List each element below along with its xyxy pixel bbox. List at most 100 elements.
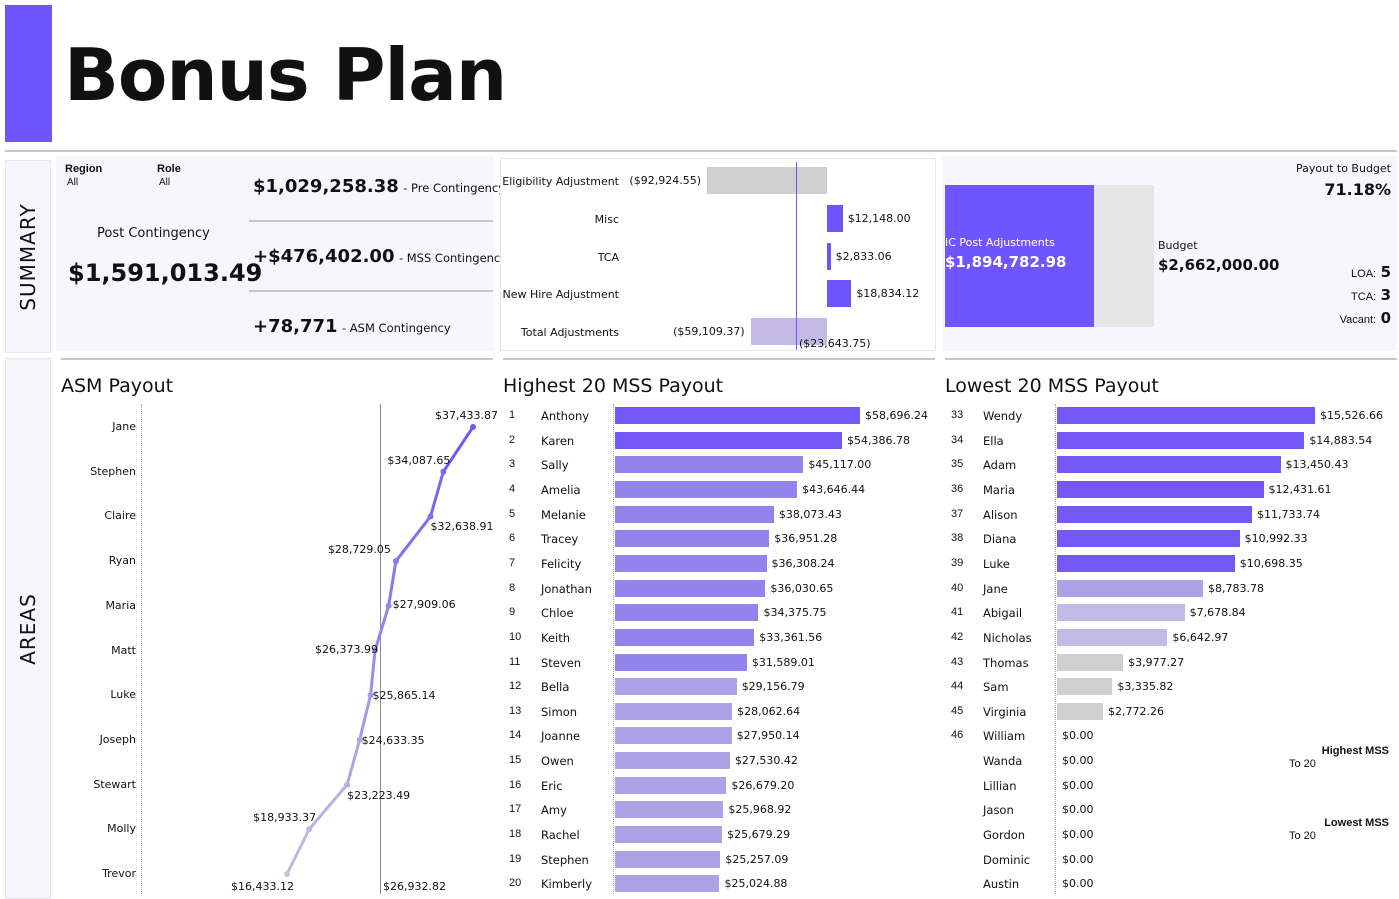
highest-bar — [615, 480, 798, 498]
highest-name: Eric — [541, 778, 563, 793]
role-filter-value[interactable]: All — [159, 177, 170, 188]
asm-value-label: $18,933.37 — [253, 811, 317, 825]
lowest-name: Thomas — [983, 655, 1029, 670]
adjustment-bar — [827, 205, 843, 232]
asm-value-label: $34,087.65 — [387, 453, 451, 467]
page-title: Bonus Plan — [64, 33, 507, 117]
asm-point[interactable] — [392, 558, 399, 565]
asm-point[interactable] — [344, 781, 351, 788]
asm-value-label: $23,223.49 — [347, 788, 411, 802]
asm-value-label: $27,909.06 — [392, 597, 456, 611]
asm-line-segment — [429, 471, 445, 517]
highest-rank: 13 — [509, 704, 522, 717]
highest-bar — [615, 456, 804, 474]
highest-name: Sally — [541, 458, 569, 473]
tca-count: TCA: 3 — [1351, 286, 1391, 305]
lowest-name: Jane — [983, 581, 1008, 596]
lowest-name: Maria — [983, 482, 1015, 497]
role-filter-label: Role — [157, 163, 181, 175]
lowest-value: $15,526.66 — [1320, 409, 1383, 422]
asm-name: Stewart — [93, 777, 136, 791]
title-accent-bar — [5, 5, 52, 142]
lowest-value: $3,335.82 — [1117, 680, 1174, 694]
lowest-value: $10,698.35 — [1239, 556, 1303, 570]
adjustment-bar — [827, 280, 852, 307]
highest-rank: 6 — [509, 532, 516, 545]
highest-rank: 11 — [509, 655, 521, 668]
lowest-rank: 33 — [951, 409, 964, 421]
lowest-name: Luke — [983, 556, 1010, 571]
asm-contingency-row: +78,771 - ASM Contingency — [253, 316, 451, 337]
mss-contingency-row: +$476,402.00 - MSS Contingency — [253, 246, 507, 267]
vacant-count: Vacant: 0 — [1340, 309, 1391, 328]
asm-name: Ryan — [108, 554, 136, 568]
highest-value: $25,968.92 — [728, 803, 792, 817]
lowest-bar — [1057, 456, 1281, 474]
asm-name: Molly — [107, 822, 136, 836]
lowest-bar — [1057, 702, 1104, 720]
asm-point[interactable] — [306, 826, 313, 833]
adjustment-label: Eligibility Adjustment — [502, 175, 619, 188]
asm-value-label: $28,729.05 — [327, 543, 391, 557]
asm-contingency-value: +78,771 — [253, 316, 338, 337]
highest-bar — [615, 801, 724, 819]
highest-bar — [615, 653, 747, 671]
asm-point[interactable] — [470, 424, 476, 430]
highest-rank: 15 — [509, 754, 522, 767]
highest-value: $36,308.24 — [771, 556, 835, 570]
loa-value: 5 — [1380, 263, 1391, 281]
highest-bar — [615, 826, 723, 844]
pre-contingency-value: $1,029,258.38 — [253, 176, 399, 197]
lowest-bar — [1057, 407, 1315, 424]
lowest-value: $0.00 — [1062, 803, 1094, 817]
lowest-mss-toggle[interactable]: Lowest MSS — [1324, 817, 1389, 829]
highest-value: $45,117.00 — [808, 458, 872, 472]
lowest-name: Sam — [983, 680, 1009, 695]
highest-mss-toggle[interactable]: Highest MSS — [1322, 745, 1389, 757]
asm-point[interactable] — [284, 871, 290, 877]
lowest-name: William — [983, 729, 1026, 744]
lowest-name: Abigail — [983, 606, 1023, 621]
highest-value: $43,646.44 — [802, 482, 866, 496]
asm-point[interactable] — [427, 513, 434, 520]
asm-name: Matt — [111, 643, 136, 657]
asm-point[interactable] — [440, 468, 447, 475]
lowest-name: Ella — [983, 433, 1004, 448]
pre-contingency-row: $1,029,258.38 - Pre Contingency — [253, 176, 505, 197]
lowest-rank: 35 — [951, 458, 964, 471]
lowest-mss-sub: To 20 — [1289, 830, 1316, 842]
lowest-value: $0.00 — [1062, 877, 1094, 891]
mss-contingency-value: +$476,402.00 — [253, 246, 395, 267]
highest-rank: 7 — [509, 556, 516, 569]
lowest-rank: 41 — [951, 606, 964, 619]
highest-bar — [615, 702, 733, 720]
post-contingency-value: $1,591,013.49 — [68, 259, 263, 287]
asm-axis — [141, 404, 142, 894]
areas-side-text: AREAS — [16, 592, 40, 665]
asm-value-label: $26,373.99 — [315, 642, 379, 656]
adjustment-value: $12,148.00 — [847, 212, 911, 225]
lowest-rank: 40 — [951, 581, 964, 594]
summary-side-text: SUMMARY — [16, 202, 40, 311]
lowest-value: $0.00 — [1062, 754, 1094, 768]
adjustment-reference-value: ($23,643.75) — [799, 337, 871, 350]
lowest-value: $7,678.84 — [1189, 606, 1246, 620]
asm-value-label: $24,633.35 — [361, 733, 425, 747]
highest-rank: 18 — [509, 828, 522, 841]
lowest-value: $0.00 — [1062, 828, 1094, 842]
highest-bar — [615, 407, 860, 424]
budget-label: Budget — [1158, 239, 1198, 252]
region-filter-value[interactable]: All — [67, 177, 78, 188]
ic-post-adjustments-label: IC Post Adjustments — [945, 236, 1055, 249]
highest-name: Kimberly — [541, 877, 593, 892]
asm-point[interactable] — [385, 602, 392, 609]
lowest-name: Wanda — [983, 754, 1023, 769]
asm-name: Trevor — [102, 867, 136, 880]
adjustment-reference-line — [796, 162, 797, 350]
lowest-value: $8,783.78 — [1207, 581, 1264, 595]
highest-rank: 16 — [509, 778, 522, 791]
asm-average-label: $26,932.82 — [382, 880, 446, 893]
highest-rank: 4 — [509, 482, 516, 495]
adjustment-value: $18,834.12 — [856, 287, 920, 300]
highest-name: Rachel — [541, 828, 580, 843]
